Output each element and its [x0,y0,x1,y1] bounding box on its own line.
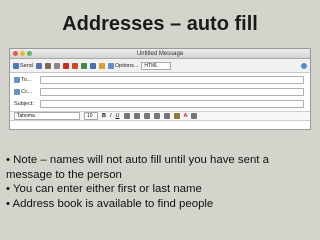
window-controls [13,51,32,56]
bullet-item: Address book is available to find people [6,197,316,212]
to-row: To... [10,75,310,85]
to-field[interactable] [40,76,304,84]
options-icon [107,62,114,69]
bullet-list: Note – names will not auto fill until yo… [6,153,316,211]
save-icon[interactable] [35,62,42,69]
close-window-button[interactable] [13,51,18,56]
window-title: Untitled Message [136,51,184,57]
italic-button[interactable]: I [110,113,112,119]
compose-window: Untitled Message Send Options... HTML To… [9,48,311,130]
encrypt-icon[interactable] [98,62,105,69]
send-icon [13,62,19,69]
font-size-select[interactable]: 10 [84,112,98,120]
message-toolbar: Send Options... HTML [10,59,310,73]
contact-icon [14,77,20,83]
spelling-icon[interactable] [89,62,96,69]
bullet-item: You can enter either first or last name [6,182,316,197]
cc-field[interactable] [40,88,304,96]
outdent-icon[interactable] [163,113,170,119]
indent-icon[interactable] [153,113,160,119]
options-button[interactable]: Options... [107,62,139,69]
minimize-window-button[interactable] [20,51,25,56]
address-book-icon[interactable] [44,62,51,69]
bold-button[interactable]: B [102,113,106,119]
help-icon[interactable] [301,62,307,69]
contact-icon [14,89,20,95]
attach-icon[interactable] [53,62,60,69]
flag-icon[interactable] [62,62,69,69]
link-icon[interactable] [191,113,198,119]
options-label: Options... [114,62,139,69]
format-bar: Tahoma 10 B I U A [10,111,310,121]
format-select[interactable]: HTML [141,61,172,70]
font-select[interactable]: Tahoma [14,112,80,120]
send-button[interactable]: Send [13,62,33,69]
cc-label: Cc... [21,89,33,95]
window-titlebar: Untitled Message [10,49,310,59]
subject-field[interactable] [40,100,304,108]
send-label: Send [20,62,33,69]
highlight-icon[interactable] [173,113,180,119]
priority-icon[interactable] [71,62,78,69]
slide-title: Addresses – auto fill [62,13,258,35]
cc-row: Cc... [10,87,310,97]
align-left-icon[interactable] [123,113,130,119]
to-button[interactable]: To... [10,77,40,83]
zoom-window-button[interactable] [27,51,32,56]
signature-icon[interactable] [80,62,87,69]
underline-button[interactable]: U [116,113,120,119]
message-body[interactable] [10,121,310,129]
cc-button[interactable]: Cc... [10,89,40,95]
font-color-button[interactable]: A [184,113,188,119]
bullet-item: Note – names will not auto fill until yo… [6,153,316,182]
to-label: To... [21,77,32,83]
subject-row: Subject: [10,99,310,109]
list-icon[interactable] [143,113,150,119]
subject-label: Subject: [14,101,34,107]
align-center-icon[interactable] [133,113,140,119]
